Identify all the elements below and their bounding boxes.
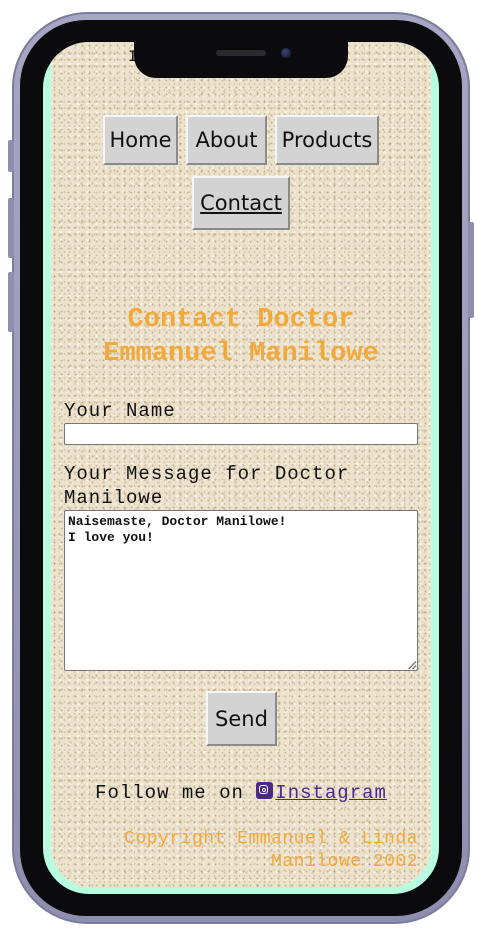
nav-about-button[interactable]: About — [186, 115, 267, 165]
copyright-line2: Manilowe 2002 — [271, 852, 418, 872]
copyright-text: Copyright Emmanuel & Linda Manilowe 2002 — [64, 828, 418, 874]
textarea-resize-handle[interactable] — [408, 661, 416, 669]
nav-contact-label: Contact — [200, 191, 282, 215]
message-label-line1: Your Message for Doctor — [64, 463, 350, 485]
nav-home-button[interactable]: Home — [103, 115, 178, 165]
message-label-line2: Manilowe — [64, 487, 164, 509]
phone-side-button-volume-up — [8, 198, 14, 258]
copyright-line1: Copyright Emmanuel & Linda — [124, 829, 418, 849]
page-title-line2: Emmanuel Manilowe — [103, 339, 379, 369]
phone-side-button-volume-down — [8, 272, 14, 332]
follow-text: Follow me on — [95, 782, 257, 804]
phone-notch — [134, 42, 348, 78]
instagram-link[interactable]: Instagram — [256, 782, 387, 804]
message-textarea[interactable]: Naisemaste, Doctor Manilowe! I love you! — [64, 510, 418, 671]
send-button-label: Send — [215, 706, 268, 731]
nav-contact-button[interactable]: Contact — [192, 176, 290, 230]
nav-products-label: Products — [281, 128, 373, 152]
nav-about-label: About — [195, 128, 258, 152]
front-camera-icon — [281, 48, 291, 58]
message-label: Your Message for Doctor Manilowe — [64, 462, 349, 510]
page-title-line1: Contact Doctor — [127, 305, 355, 335]
speaker-grille — [216, 50, 266, 56]
nav-home-label: Home — [109, 128, 172, 152]
message-text-line2: I love you! — [68, 530, 154, 545]
follow-line: Follow me on Instagram — [64, 782, 418, 804]
phone-side-button-power — [468, 222, 474, 318]
name-label: Your Name — [64, 400, 176, 422]
name-input[interactable] — [64, 423, 418, 445]
nav-products-button[interactable]: Products — [275, 115, 379, 165]
phone-side-button-silent — [8, 140, 14, 172]
instagram-link-label: Instagram — [275, 782, 387, 804]
instagram-icon — [256, 782, 274, 799]
send-button[interactable]: Send — [206, 691, 277, 746]
page-title: Contact Doctor Emmanuel Manilowe — [60, 303, 422, 371]
message-text-line1: Naisemaste, Doctor Manilowe! — [68, 514, 287, 529]
